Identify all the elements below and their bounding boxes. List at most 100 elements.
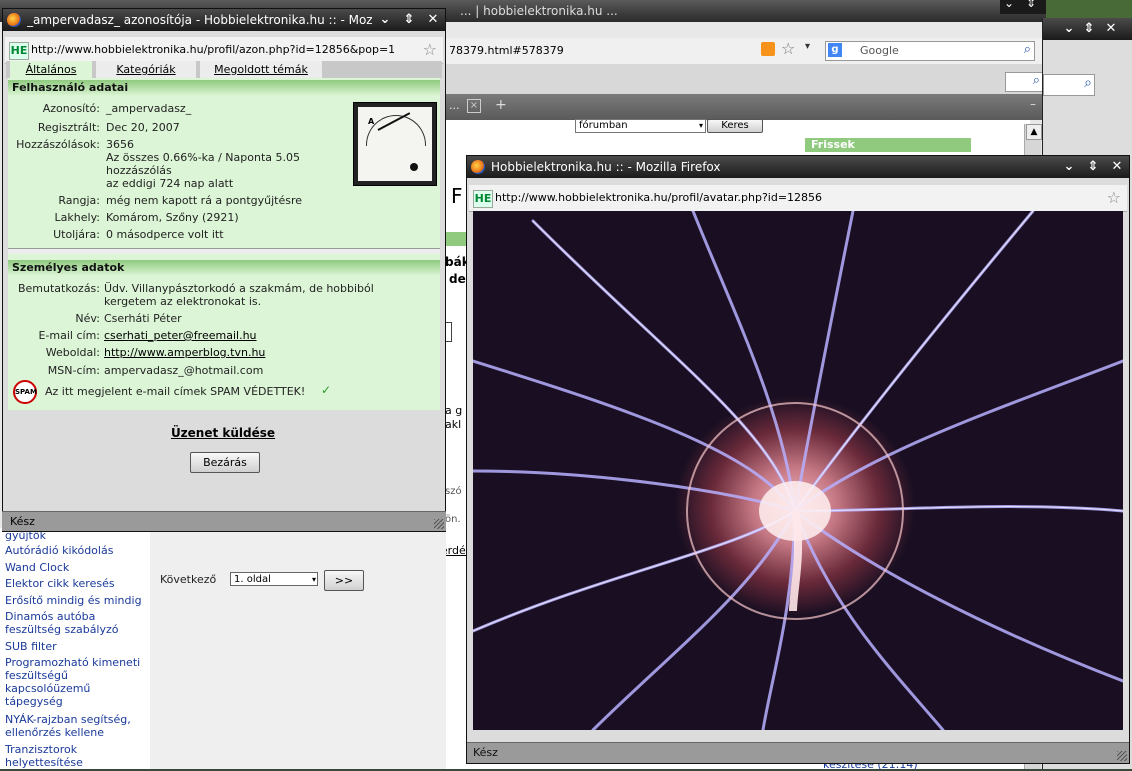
rank-label: Rangja: <box>58 194 100 207</box>
spam-protected-icon: SPAM <box>13 380 37 404</box>
tab-general[interactable]: Általános <box>10 61 92 78</box>
background-toolbar-row: ⌕ <box>445 64 1046 94</box>
plasma-ball-image <box>473 211 1123 730</box>
bookmark-star-icon[interactable]: ☆ <box>423 40 437 59</box>
spam-notice: Az itt megjelent e-mail címek SPAM VÉDET… <box>45 385 306 398</box>
google-search-box[interactable]: g Google ⌕ <box>825 41 1035 61</box>
intro-text: kergetem az elektronokat is. <box>104 295 262 308</box>
minimize-icon[interactable]: ⌄ <box>1004 0 1014 10</box>
rss-icon[interactable] <box>761 42 775 56</box>
forum-select[interactable]: fórumban ▾ <box>575 119 706 133</box>
background-title: ... | hobbielektronika.hu ... <box>460 4 618 18</box>
sidebar-item[interactable]: Wand Clock <box>5 561 69 574</box>
dropdown-arrow-icon[interactable]: ▾ <box>805 41 810 52</box>
scroll-up-icon[interactable]: ▲ <box>1026 124 1042 140</box>
minimize-icon[interactable]: ⌄ <box>1059 18 1079 40</box>
sidebar-item[interactable]: NYÁK-rajzban segítség, ellenőrzés kellen… <box>5 713 147 739</box>
page-select-value: 1. oldal <box>234 574 271 585</box>
status-text: Kész <box>473 746 498 759</box>
profile-window-title: _ampervadasz_ azonosítója - Hobbielektro… <box>27 13 372 27</box>
sidebar-item[interactable]: SUB filter <box>5 640 57 653</box>
search-button[interactable]: Keres <box>707 119 763 133</box>
next-page-button[interactable]: >> <box>324 570 364 591</box>
sidebar-item[interactable]: Elektor cikk keresés <box>5 577 115 590</box>
avatar-url[interactable]: http://www.hobbielektronika.hu/profil/av… <box>495 190 1101 206</box>
id-value: _ampervadasz_ <box>106 102 192 115</box>
check-icon: ✓ <box>321 383 332 397</box>
ammeter-image: A <box>358 107 432 181</box>
posts-value: 3656 <box>106 138 134 151</box>
msn-value: ampervadasz_@hotmail.com <box>104 364 264 377</box>
bookmark-star-icon[interactable]: ☆ <box>1107 188 1121 207</box>
registered-value: Dec 20, 2007 <box>106 121 180 134</box>
chevron-down-icon: ▾ <box>698 121 703 130</box>
posts-detail: az eddigi 724 nap alatt <box>106 177 234 190</box>
sidebar-item[interactable]: Tranzisztorok helyettesítése <box>5 743 145 769</box>
profile-url[interactable]: http://www.hobbielektronika.hu/profil/az… <box>31 42 417 58</box>
tab-close-icon[interactable]: × <box>467 99 481 113</box>
location-label: Lakhely: <box>54 211 100 224</box>
background-search-box[interactable]: ⌕ <box>1005 72 1043 92</box>
google-icon: g <box>828 43 842 57</box>
background-url: 78379.html#578379 <box>449 44 564 57</box>
search-icon[interactable]: ⌕ <box>1033 73 1040 88</box>
profile-titlebar: _ampervadasz_ azonosítója - Hobbielektro… <box>3 9 445 31</box>
avatar[interactable]: A <box>353 102 437 186</box>
page-select[interactable]: 1. oldal ▾ <box>230 572 318 586</box>
rank-value: még nem kapott rá a pontgyűjtésre <box>106 194 303 207</box>
sidebar-item[interactable]: Erősítő mindig és mindig <box>5 594 142 607</box>
last-seen-label: Utoljára: <box>53 228 100 241</box>
posts-detail: Az összes 0.66%-ka / Naponta 5.05 <box>106 151 300 164</box>
resize-grip-icon[interactable] <box>434 519 444 529</box>
site-favicon: HE <box>9 42 29 60</box>
sidebar-item[interactable]: Autórádió kikódolás <box>5 544 113 557</box>
section-user-data-title: Felhasználó adatai <box>8 80 440 96</box>
close-icon[interactable]: ✕ <box>1107 156 1127 178</box>
search-icon[interactable]: ⌕ <box>1084 75 1092 91</box>
background-urlbar: 78379.html#578379 ☆ ▾ g Google ⌕ <box>445 38 1046 65</box>
email-link[interactable]: cserhati_peter@freemail.hu <box>104 329 257 342</box>
website-link[interactable]: http://www.amperblog.tvn.hu <box>104 346 265 359</box>
intro-text: Üdv. Villanypásztorkodó a szakmám, de ho… <box>104 282 374 295</box>
bookmark-star-icon[interactable]: ☆ <box>781 39 795 58</box>
main-page-lower <box>150 528 446 769</box>
maximize-icon[interactable]: ⇕ <box>399 9 419 31</box>
avatar-urlbar[interactable]: HE http://www.hobbielektronika.hu/profil… <box>469 185 1127 212</box>
profile-statusbar: Kész <box>2 511 446 531</box>
close-icon[interactable]: ✕ <box>1101 18 1121 40</box>
maximize-icon[interactable]: ⇕ <box>1079 18 1099 40</box>
msn-label: MSN-cím: <box>47 364 100 377</box>
new-tab-icon[interactable]: + <box>495 97 507 113</box>
close-button[interactable]: Bezárás <box>190 452 260 473</box>
search-icon[interactable]: ⌕ <box>1024 42 1031 57</box>
maximize-icon[interactable]: ⇕ <box>1026 0 1036 10</box>
resize-grip-icon[interactable] <box>1117 751 1127 761</box>
minimize-icon[interactable]: ⌄ <box>1059 156 1079 178</box>
minimize-icon[interactable]: ⌄ <box>375 9 395 31</box>
registered-label: Regisztrált: <box>37 121 100 134</box>
maximize-icon[interactable]: ⇕ <box>1083 156 1103 178</box>
send-message-link[interactable]: Üzenet küldése <box>0 426 446 440</box>
sidebar-item[interactable]: Programozható kimeneti feszültségű kapcs… <box>5 656 147 708</box>
last-seen-value: 0 másodperce volt itt <box>106 228 224 241</box>
firefox-icon <box>7 13 21 27</box>
website-label: Weboldal: <box>45 346 100 359</box>
status-text: Kész <box>10 515 35 528</box>
tab-solved-topics[interactable]: Megoldott témák <box>200 61 322 78</box>
desktop-background <box>1046 0 1132 20</box>
tab-categories[interactable]: Kategóriák <box>96 61 196 78</box>
posts-label: Hozzászólások: <box>16 138 100 151</box>
forum-select-value: fórumban <box>579 120 628 131</box>
intro-label: Bemutatkozás: <box>17 282 100 295</box>
name-value: Cserháti Péter <box>104 312 182 325</box>
next-label: Következő <box>160 573 217 586</box>
firefox-icon <box>471 160 485 174</box>
close-icon[interactable]: ✕ <box>423 9 443 31</box>
name-label: Név: <box>75 312 100 325</box>
tab-list-icon[interactable]: – <box>1030 97 1036 111</box>
sidebar-item[interactable]: Dinamós autóba feszültség szabályzó <box>5 610 145 636</box>
profile-urlbar[interactable]: HE http://www.hobbielektronika.hu/profil… <box>5 37 443 64</box>
email-label: E-mail cím: <box>38 329 100 342</box>
site-favicon: HE <box>473 190 493 208</box>
search-box[interactable]: ⌕ <box>1043 74 1095 96</box>
